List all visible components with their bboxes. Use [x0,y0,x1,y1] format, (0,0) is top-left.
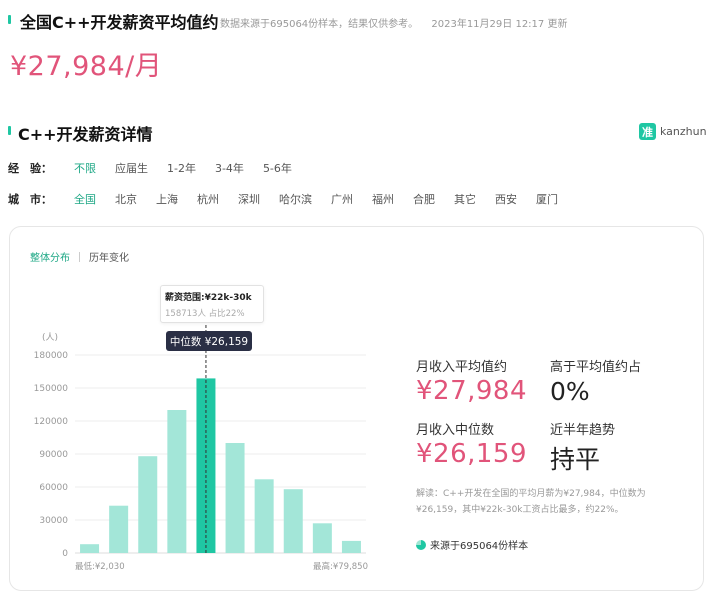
salary-histogram: (人) 0 30000 60000 90000 120000 150000 180000 最低:… [34,325,368,572]
stat-average-value: ¥27,984 [416,376,528,406]
data-source-meta: 数据来源于695064份样本，结果仅供参考。 2023年11月29日 12:17… [220,15,577,30]
city-filter-option[interactable]: 哈尔滨 [279,191,312,207]
city-filter-option[interactable]: 合肥 [413,191,435,207]
stat-trend: 近半年趋势 持平 [550,419,615,476]
y-tick-label: 60000 [39,483,68,493]
city-filter-option[interactable]: 上海 [156,191,178,207]
experience-filter-label: 经 验： [8,162,52,175]
city-filter-option[interactable]: 广州 [331,191,353,207]
bar [283,489,303,553]
section-accent-bar [8,126,11,135]
stat-average-label: 月收入平均值约 [416,360,508,375]
updated-time: 2023年11月29日 12:17 更新 [431,19,568,30]
salary-interpretation: 解读：C++开发在全国的平均月薪为¥27,984，中位数为¥26,159，其中¥… [416,489,646,515]
average-salary: ¥27,984/月 [10,51,163,82]
city-filter-option[interactable]: 深圳 [238,191,260,207]
stat-median-value: ¥26,159 [416,439,528,469]
bar [341,540,361,553]
y-tick-label: 30000 [39,516,68,526]
city-filter-option[interactable]: 厦门 [536,191,558,207]
experience-filter-option[interactable]: 5-6年 [263,160,292,176]
section-title: C++开发薪资详情 [18,125,153,144]
brand-name: kanzhun [660,125,707,138]
experience-filter-option[interactable]: 1-2年 [167,160,196,176]
stat-average: 月收入平均值约 ¥27,984 [416,356,527,406]
bar [167,410,187,553]
stat-above-average: 高于平均值约占 0% [550,356,641,406]
y-tick-label: 150000 [34,384,69,394]
stat-trend-value: 持平 [550,445,601,474]
experience-filter-option[interactable]: 应届生 [115,160,148,176]
experience-filter-option[interactable]: 3-4年 [215,160,244,176]
y-tick-label: 180000 [34,351,69,361]
page-title: 全国C++开发薪资平均值约 [20,13,219,32]
brand-kanzhun[interactable]: 准 kanzhun [639,123,707,140]
bar [225,443,245,553]
y-tick-label: 90000 [39,450,68,460]
y-tick-label: 120000 [34,417,69,427]
city-filter-label: 城 市： [8,193,52,206]
experience-filter-option[interactable]: 不限 [74,160,96,176]
salary-distribution-card: 整体分布 历年变化 (人) 0 30000 60000 90000 120000 15000… [9,226,704,591]
y-tick-label: 0 [62,549,68,559]
x-max-label: 最高:¥79,850 [313,561,368,572]
bar [80,544,100,553]
city-filter-option[interactable]: 北京 [115,191,137,207]
stat-median-label: 月收入中位数 [416,423,495,438]
x-min-label: 最低:¥2,030 [75,561,125,572]
title-accent-bar [8,15,11,24]
sample-source: 来源于695064份样本 [416,537,528,552]
experience-filter: 经 验： 不限 应届生 1-2年 3-4年 5-6年 [8,160,311,176]
city-filter: 城 市： 全国 北京 上海 杭州 深圳 哈尔滨 广州 福州 合肥 其它 西安 厦门 [8,191,577,207]
bar [109,505,129,553]
city-filter-option[interactable]: 西安 [495,191,517,207]
city-filter-option[interactable]: 其它 [454,191,476,207]
stat-above-label: 高于平均值约占 [550,360,642,375]
tooltip-range: 薪资范围:¥22k-30k [165,293,252,303]
city-filter-option[interactable]: 全国 [74,191,96,207]
city-filter-option[interactable]: 杭州 [197,191,219,207]
bar [312,523,332,553]
bar [254,479,274,553]
stat-trend-label: 近半年趋势 [550,423,616,438]
city-filter-option[interactable]: 福州 [372,191,394,207]
source-note: 数据来源于695064份样本，结果仅供参考。 [220,19,419,30]
pie-chart-icon [416,539,426,550]
tooltip-detail: 158713人 占比22% [165,309,245,319]
bar [138,456,158,553]
stat-median: 月收入中位数 ¥26,159 [416,419,527,469]
median-marker-label: 中位数 ¥26,159 [166,331,252,351]
chart-tooltip: 薪资范围:¥22k-30k 158713人 占比22% [160,285,264,323]
sample-source-text: 来源于695064份样本 [430,541,529,552]
stat-above-value: 0% [550,377,590,406]
y-axis-unit: (人) [42,332,58,343]
kanzhun-logo-icon: 准 [639,123,656,140]
